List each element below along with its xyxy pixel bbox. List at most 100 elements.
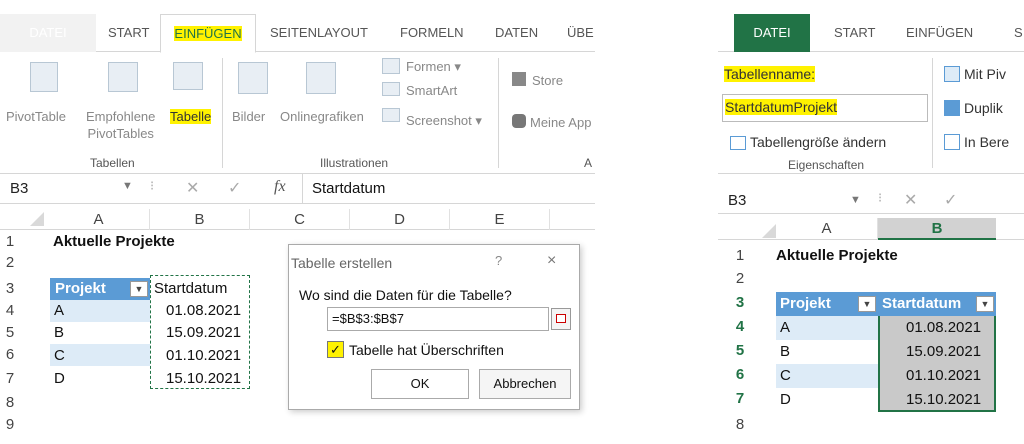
collapse-dialog-icon[interactable] (551, 308, 571, 330)
tab-datei[interactable]: DATEI (734, 14, 810, 52)
tab-more[interactable]: S (1010, 14, 1024, 52)
name-box-dropdown-icon[interactable]: ▼ (850, 194, 861, 206)
row-header[interactable]: 6 (0, 344, 32, 365)
row-header[interactable]: 8 (718, 414, 762, 435)
select-all-corner[interactable] (30, 212, 44, 226)
row-header[interactable]: 2 (0, 252, 32, 273)
row-header[interactable]: 7 (0, 368, 32, 389)
cell-b6[interactable]: 01.10.2021 (166, 347, 241, 364)
group-tables-label: Tabellen (90, 156, 135, 170)
row-header[interactable]: 5 (0, 322, 32, 343)
pivot-summary-button[interactable]: Mit Piv (964, 66, 1006, 82)
col-header-a[interactable]: A (48, 209, 150, 230)
cell-a5[interactable]: B (780, 343, 790, 360)
cell-a4[interactable]: A (780, 319, 790, 336)
close-icon[interactable]: × (547, 252, 556, 270)
cell-b6[interactable]: 01.10.2021 (906, 367, 981, 384)
enter-icon[interactable]: ✓ (944, 190, 957, 210)
convert-to-range-button[interactable]: In Bere (964, 134, 1009, 150)
filter-dropdown-icon[interactable]: ▼ (858, 296, 876, 312)
row-header[interactable]: 7 (718, 388, 762, 409)
headers-checkbox-label[interactable]: Tabelle hat Überschriften (349, 342, 504, 358)
resize-table-button[interactable]: Tabellengröße ändern (750, 134, 886, 150)
row-header[interactable]: 6 (718, 364, 762, 385)
my-apps-button[interactable]: Meine App (530, 114, 591, 131)
cell-a4[interactable]: A (54, 302, 64, 319)
remove-duplicates-button[interactable]: Duplik (964, 100, 1003, 116)
store-button[interactable]: Store (532, 72, 563, 89)
cell-a6[interactable]: C (54, 347, 65, 364)
filter-dropdown-icon[interactable]: ▼ (130, 281, 148, 297)
cell-b7[interactable]: 15.10.2021 (166, 370, 241, 387)
cancel-button[interactable]: Abbrechen (479, 369, 571, 399)
col-header-c[interactable]: C (250, 209, 350, 230)
row-header[interactable]: 3 (0, 278, 32, 299)
shapes-button[interactable]: Formen ▾ (406, 58, 461, 75)
cell-a1[interactable]: Aktuelle Projekte (776, 247, 898, 264)
row-header[interactable]: 1 (0, 231, 32, 252)
tab-start[interactable]: START (830, 14, 879, 52)
cell-b3[interactable]: Startdatum (154, 280, 227, 297)
col-header-e[interactable]: E (450, 209, 550, 230)
range-input[interactable]: =$B$3:$B$7 (327, 307, 549, 331)
row-header[interactable]: 4 (0, 300, 32, 321)
headers-checkbox[interactable]: ✓ (327, 341, 344, 358)
table-button[interactable]: Tabelle (170, 108, 212, 125)
cell-a3-header[interactable]: Projekt ▼ (776, 292, 878, 316)
cell-b5[interactable]: 15.09.2021 (906, 343, 981, 360)
cancel-icon[interactable]: ✕ (904, 190, 917, 210)
tab-start[interactable]: START (104, 14, 153, 52)
select-all-corner[interactable] (762, 224, 776, 238)
group-properties-label: Eigenschaften (788, 158, 865, 172)
row-header[interactable]: 1 (718, 245, 762, 266)
col-header-b[interactable]: B (150, 209, 250, 230)
tab-more[interactable]: ÜBE (563, 14, 595, 52)
filter-dropdown-icon[interactable]: ▼ (976, 296, 994, 312)
row-header[interactable]: 5 (718, 340, 762, 361)
formula-input[interactable]: Startdatum (312, 180, 385, 197)
cell-b5[interactable]: 15.09.2021 (166, 324, 241, 341)
smartart-icon (382, 82, 400, 96)
table-row (776, 364, 878, 388)
name-box-dropdown-icon[interactable]: ▼ (122, 180, 133, 192)
screenshot-button[interactable]: Screenshot ▾ (406, 112, 482, 129)
help-button[interactable]: ? (495, 253, 502, 268)
tab-datei[interactable]: DATEI (0, 14, 96, 52)
tab-daten[interactable]: DATEN (491, 14, 542, 52)
recommended-pivottables-button[interactable]: Empfohlene PivotTables (86, 108, 155, 142)
cell-a6[interactable]: C (780, 367, 791, 384)
col-header-d[interactable]: D (350, 209, 450, 230)
pivottable-button[interactable]: PivotTable (6, 108, 66, 125)
smartart-button[interactable]: SmartArt (406, 82, 457, 99)
cell-a7[interactable]: D (780, 391, 791, 408)
online-pictures-button[interactable]: Onlinegrafiken (280, 108, 364, 125)
cell-b4[interactable]: 01.08.2021 (906, 319, 981, 336)
name-box[interactable]: B3 (10, 180, 28, 197)
row-header[interactable]: 3 (718, 292, 762, 313)
tab-seitenlayout[interactable]: SEITENLAYOUT (266, 14, 372, 52)
col-header-b[interactable]: B (878, 218, 996, 240)
cancel-icon[interactable]: ✕ (186, 178, 199, 198)
row-header[interactable]: 4 (718, 316, 762, 337)
tablename-input[interactable]: StartdatumProjekt (722, 94, 928, 122)
row-header[interactable]: 2 (718, 268, 762, 289)
cell-b7[interactable]: 15.10.2021 (906, 391, 981, 408)
tab-formeln[interactable]: FORMELN (396, 14, 468, 52)
cell-b3-header[interactable]: Startdatum ▼ (878, 292, 996, 316)
cell-a5[interactable]: B (54, 324, 64, 341)
cell-a1[interactable]: Aktuelle Projekte (53, 233, 175, 250)
tab-einfuegen[interactable]: EINFÜGEN (160, 14, 256, 53)
tab-einfuegen[interactable]: EINFÜGEN (902, 14, 977, 52)
col-header-a[interactable]: A (776, 218, 878, 240)
cell-b4[interactable]: 01.08.2021 (166, 302, 241, 319)
cell-a3-header[interactable]: Projekt ▼ (50, 278, 150, 300)
fx-icon[interactable]: fx (274, 178, 286, 196)
cell-a7[interactable]: D (54, 370, 65, 387)
enter-icon[interactable]: ✓ (228, 178, 241, 198)
row-header[interactable]: 9 (0, 414, 32, 435)
row-header[interactable]: 8 (0, 392, 32, 413)
name-box[interactable]: B3 (728, 192, 746, 209)
ok-button[interactable]: OK (371, 369, 469, 399)
header-projekt-label: Projekt (55, 280, 106, 297)
pictures-button[interactable]: Bilder (232, 108, 265, 125)
